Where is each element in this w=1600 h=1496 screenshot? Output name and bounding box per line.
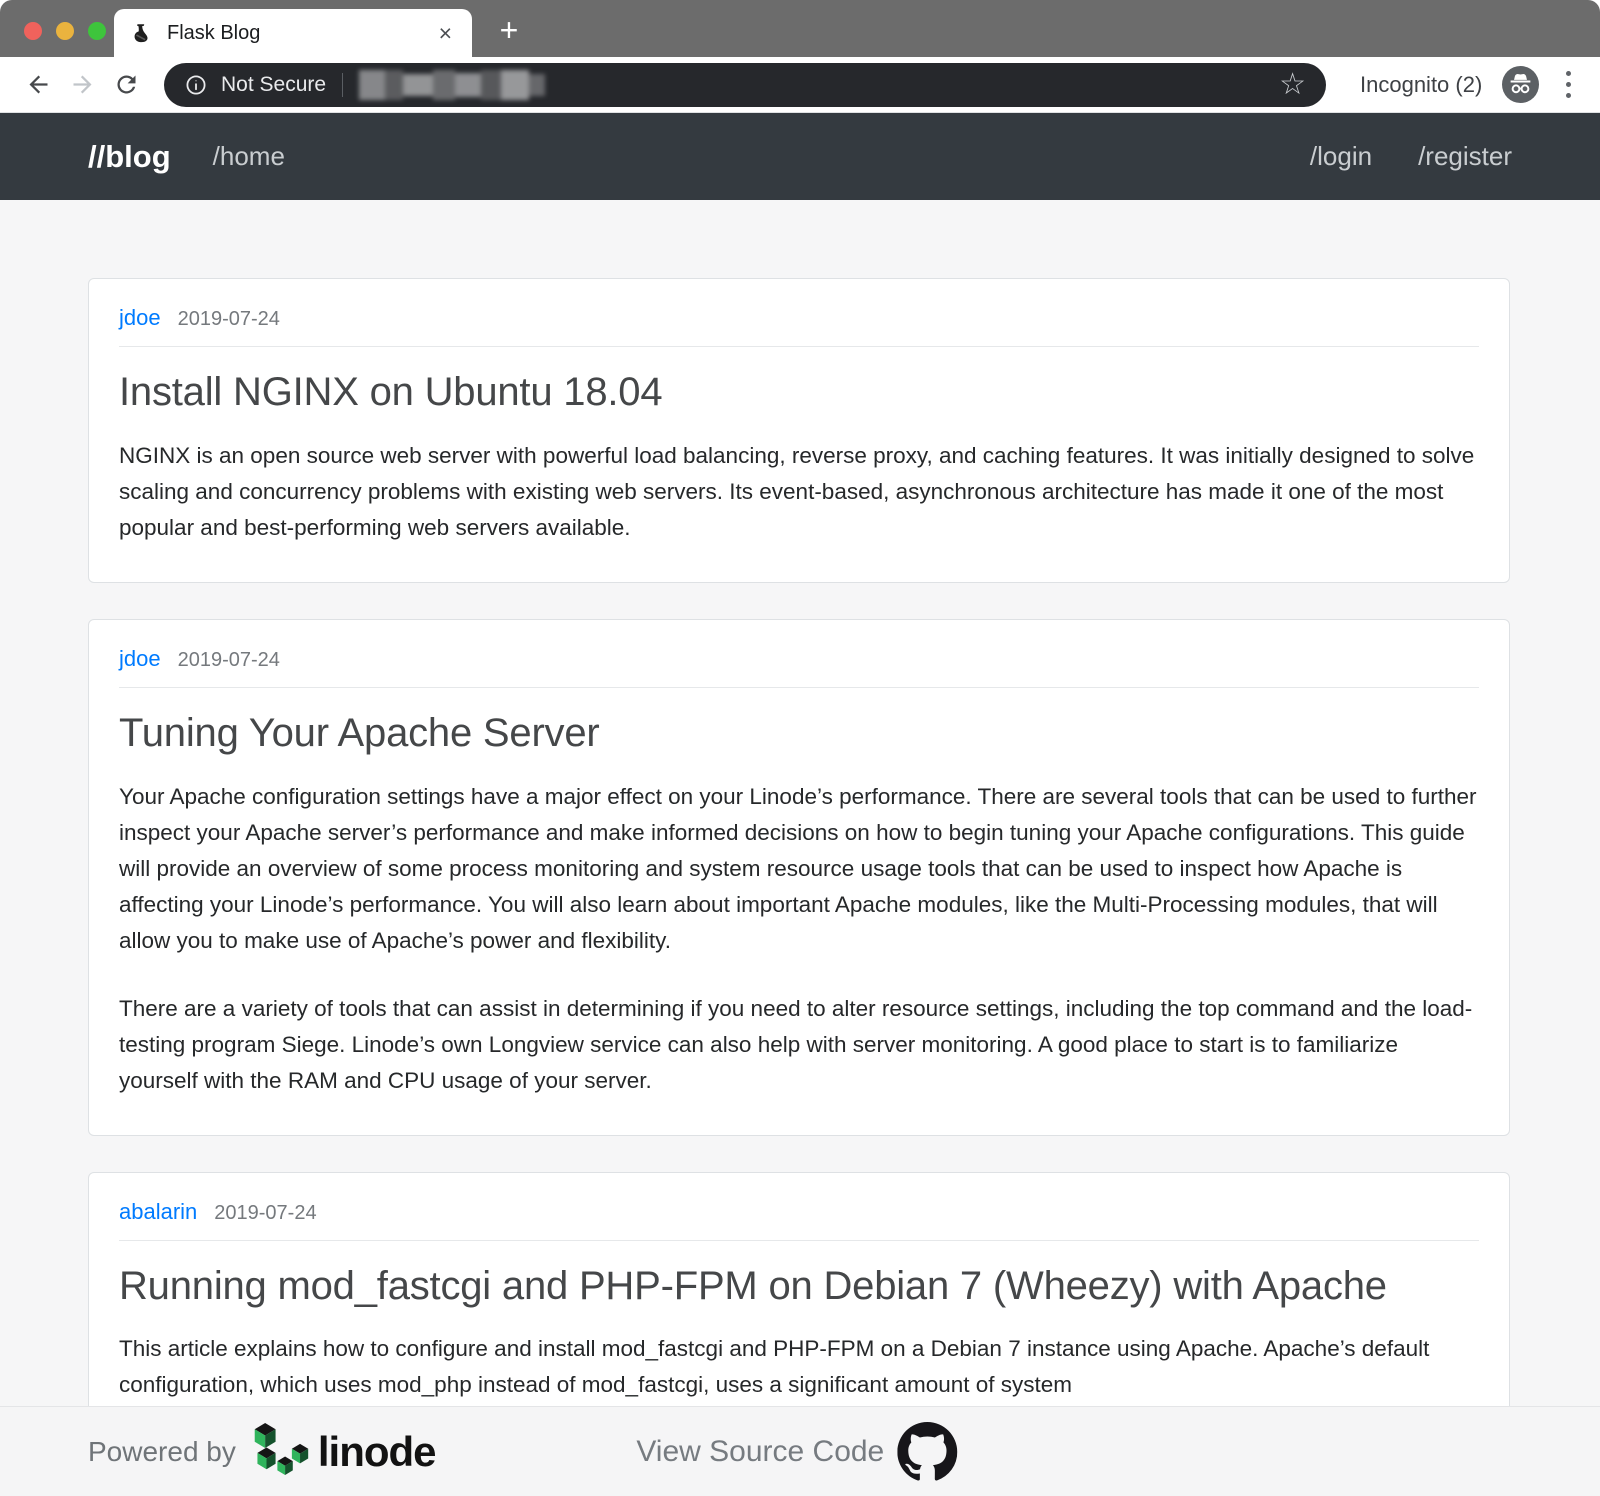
- post-author-link[interactable]: abalarin: [119, 1199, 197, 1225]
- post-body: NGINX is an open source web server with …: [119, 438, 1479, 546]
- redacted-url: [359, 70, 545, 100]
- post-date: 2019-07-24: [214, 1202, 316, 1225]
- linode-link[interactable]: linode: [252, 1421, 436, 1483]
- github-icon: [897, 1422, 957, 1482]
- post-paragraph: NGINX is an open source web server with …: [119, 438, 1479, 546]
- post-meta: jdoe 2019-07-24: [119, 305, 1479, 331]
- post-title: Running mod_fastcgi and PHP-FPM on Debia…: [119, 1258, 1479, 1315]
- not-secure-label: Not Secure: [221, 73, 326, 97]
- browser-tab[interactable]: Flask Blog ×: [114, 9, 472, 57]
- tab-strip: Flask Blog × +: [0, 0, 1600, 57]
- zoom-window-button[interactable]: [88, 22, 106, 40]
- post-date: 2019-07-24: [178, 308, 280, 331]
- post-date: 2019-07-24: [178, 649, 280, 672]
- flask-favicon-icon: [130, 22, 152, 44]
- post-paragraph: There are a variety of tools that can as…: [119, 991, 1479, 1099]
- browser-toolbar: Not Secure ☆ Incognito (2): [0, 57, 1600, 113]
- nav-login-link[interactable]: /login: [1310, 141, 1372, 172]
- post-paragraph: This article explains how to configure a…: [119, 1331, 1479, 1403]
- back-arrow-icon: [25, 71, 52, 98]
- minimize-window-button[interactable]: [56, 22, 74, 40]
- post-body: This article explains how to configure a…: [119, 1331, 1479, 1403]
- post-title: Install NGINX on Ubuntu 18.04: [119, 364, 1479, 421]
- back-button[interactable]: [16, 63, 60, 107]
- reload-icon: [113, 71, 140, 98]
- incognito-label: Incognito (2): [1360, 72, 1482, 98]
- browser-window: Flask Blog × + Not Secure ☆ Incognito (2…: [0, 0, 1600, 1496]
- post-author-link[interactable]: jdoe: [119, 646, 161, 672]
- powered-by-label: Powered by: [88, 1436, 236, 1468]
- post-card: jdoe 2019-07-24 Tuning Your Apache Serve…: [88, 619, 1510, 1136]
- meta-divider: [119, 687, 1479, 688]
- window-controls: [24, 22, 106, 40]
- incognito-avatar-icon[interactable]: [1502, 66, 1539, 103]
- post-author-link[interactable]: jdoe: [119, 305, 161, 331]
- post-meta: jdoe 2019-07-24: [119, 646, 1479, 672]
- post-card: abalarin 2019-07-24 Running mod_fastcgi …: [88, 1172, 1510, 1441]
- nav-register-link[interactable]: /register: [1418, 141, 1512, 172]
- meta-divider: [119, 1240, 1479, 1241]
- info-icon[interactable]: [184, 73, 208, 97]
- linode-cubes-icon: [252, 1421, 310, 1483]
- post-meta: abalarin 2019-07-24: [119, 1199, 1479, 1225]
- navbar-brand[interactable]: //blog: [88, 139, 171, 175]
- post-paragraph: Your Apache configuration settings have …: [119, 779, 1479, 959]
- close-window-button[interactable]: [24, 22, 42, 40]
- view-source-link[interactable]: View Source Code: [636, 1422, 957, 1482]
- page-footer: Powered by: [0, 1406, 1600, 1496]
- reload-button[interactable]: [104, 63, 148, 107]
- address-bar[interactable]: Not Secure ☆: [164, 63, 1326, 107]
- omnibox-divider: [342, 73, 343, 97]
- post-title: Tuning Your Apache Server: [119, 705, 1479, 762]
- post-body: Your Apache configuration settings have …: [119, 779, 1479, 1099]
- blog-feed: jdoe 2019-07-24 Install NGINX on Ubuntu …: [0, 200, 1600, 1496]
- close-tab-button[interactable]: ×: [435, 20, 456, 47]
- view-source-label: View Source Code: [636, 1435, 884, 1469]
- bookmark-star-icon[interactable]: ☆: [1279, 70, 1306, 100]
- nav-home-link[interactable]: /home: [213, 141, 285, 172]
- linode-wordmark: linode: [318, 1428, 436, 1476]
- site-navbar: //blog /home /login /register: [0, 113, 1600, 200]
- new-tab-button[interactable]: +: [488, 12, 530, 48]
- forward-arrow-icon: [69, 71, 96, 98]
- post-card: jdoe 2019-07-24 Install NGINX on Ubuntu …: [88, 278, 1510, 583]
- browser-menu-icon[interactable]: [1553, 67, 1583, 103]
- forward-button[interactable]: [60, 63, 104, 107]
- meta-divider: [119, 346, 1479, 347]
- tab-title: Flask Blog: [167, 22, 435, 45]
